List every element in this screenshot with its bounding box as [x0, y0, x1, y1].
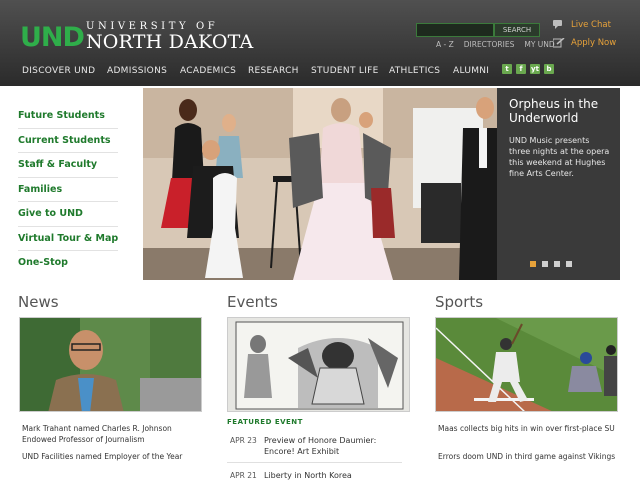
opera-photo: [143, 88, 497, 280]
hero-description: UND Music presents three nights at the o…: [509, 136, 610, 178]
logo-und-text: UND: [20, 22, 85, 53]
nav-discover-und[interactable]: DISCOVER UND: [22, 66, 95, 76]
hero-caption-panel[interactable]: Orpheus in the Underworld UND Music pres…: [497, 88, 620, 280]
events-thumbnail[interactable]: [227, 317, 410, 412]
apply-now-label: Apply Now: [571, 38, 617, 48]
live-chat-link[interactable]: Live Chat: [553, 20, 611, 30]
event-title[interactable]: Preview of Honore Daumier: Encore! Art E…: [264, 435, 404, 457]
nav-alumni[interactable]: ALUMNI: [453, 66, 489, 76]
sidebar-item-give-to-und[interactable]: Give to UND: [18, 202, 118, 227]
carousel-dots: [530, 261, 572, 267]
baseball-photo: [436, 318, 617, 411]
carousel-dot-3[interactable]: [554, 261, 560, 267]
events-heading[interactable]: Events: [227, 293, 278, 311]
site-header: UND UNIVERSITY OF NORTH DAKOTA SEARCH A …: [0, 0, 640, 86]
event-item-1[interactable]: APR 23 Preview of Honore Daumier: Encore…: [230, 435, 404, 457]
nav-academics[interactable]: ACADEMICS: [180, 66, 236, 76]
util-link-a-z[interactable]: A - Z: [436, 40, 454, 49]
event-artwork-photo: [228, 318, 409, 411]
news-heading[interactable]: News: [18, 293, 59, 311]
live-chat-label: Live Chat: [571, 20, 611, 30]
audience-sidebar: Future Students Current Students Staff &…: [18, 104, 118, 276]
news-photo: [20, 318, 201, 411]
news-thumbnail[interactable]: [19, 317, 202, 412]
social-links: t f yt b: [502, 64, 554, 74]
event-date: APR 23: [230, 436, 257, 445]
event-title[interactable]: Liberty in North Korea: [264, 470, 404, 480]
news-item-2[interactable]: UND Facilities named Employer of the Yea…: [22, 451, 202, 462]
search-button[interactable]: SEARCH: [494, 23, 540, 37]
event-divider: [227, 462, 402, 463]
sports-heading[interactable]: Sports: [435, 293, 483, 311]
carousel-dot-4[interactable]: [566, 261, 572, 267]
nav-student-life[interactable]: STUDENT LIFE: [311, 66, 379, 76]
hero-title[interactable]: Orpheus in the Underworld: [509, 97, 610, 125]
nav-research[interactable]: RESEARCH: [248, 66, 299, 76]
sports-item-1[interactable]: Maas collects big hits in win over first…: [438, 423, 623, 434]
sidebar-item-current-students[interactable]: Current Students: [18, 129, 118, 153]
event-item-2[interactable]: APR 21 Liberty in North Korea: [230, 470, 404, 480]
sidebar-item-virtual-tour[interactable]: Virtual Tour & Map: [18, 227, 118, 251]
hero-image[interactable]: [143, 88, 497, 280]
featured-event-label: FEATURED EVENT: [227, 418, 303, 426]
blog-icon[interactable]: b: [544, 64, 554, 74]
sidebar-item-families[interactable]: Families: [18, 178, 118, 202]
youtube-icon[interactable]: yt: [530, 64, 540, 74]
und-logo[interactable]: UND UNIVERSITY OF NORTH DAKOTA: [20, 20, 253, 52]
facebook-icon[interactable]: f: [516, 64, 526, 74]
sports-thumbnail[interactable]: [435, 317, 618, 412]
sidebar-item-staff-faculty[interactable]: Staff & Faculty: [18, 153, 118, 178]
utility-links: A - Z DIRECTORIES MY UND: [436, 40, 555, 49]
event-date: APR 21: [230, 471, 257, 480]
nav-athletics[interactable]: ATHLETICS: [389, 66, 440, 76]
carousel-dot-1[interactable]: [530, 261, 536, 267]
sidebar-item-future-students[interactable]: Future Students: [18, 104, 118, 129]
sidebar-item-one-stop[interactable]: One-Stop: [18, 251, 118, 276]
sports-item-2[interactable]: Errors doom UND in third game against Vi…: [438, 451, 623, 462]
util-link-my-und[interactable]: MY UND: [524, 40, 554, 49]
logo-north-dakota-text: NORTH DAKOTA: [85, 31, 254, 53]
search-input[interactable]: [416, 23, 494, 37]
util-link-directories[interactable]: DIRECTORIES: [464, 40, 515, 49]
apply-now-link[interactable]: Apply Now: [553, 38, 616, 48]
news-item-1[interactable]: Mark Trahant named Charles R. Johnson En…: [22, 423, 202, 445]
logo-wordmark: UNIVERSITY OF NORTH DAKOTA: [86, 21, 253, 52]
twitter-icon[interactable]: t: [502, 64, 512, 74]
pencil-icon: [553, 38, 565, 48]
chat-bubble-icon: [553, 20, 562, 29]
carousel-dot-2[interactable]: [542, 261, 548, 267]
nav-admissions[interactable]: ADMISSIONS: [107, 66, 167, 76]
